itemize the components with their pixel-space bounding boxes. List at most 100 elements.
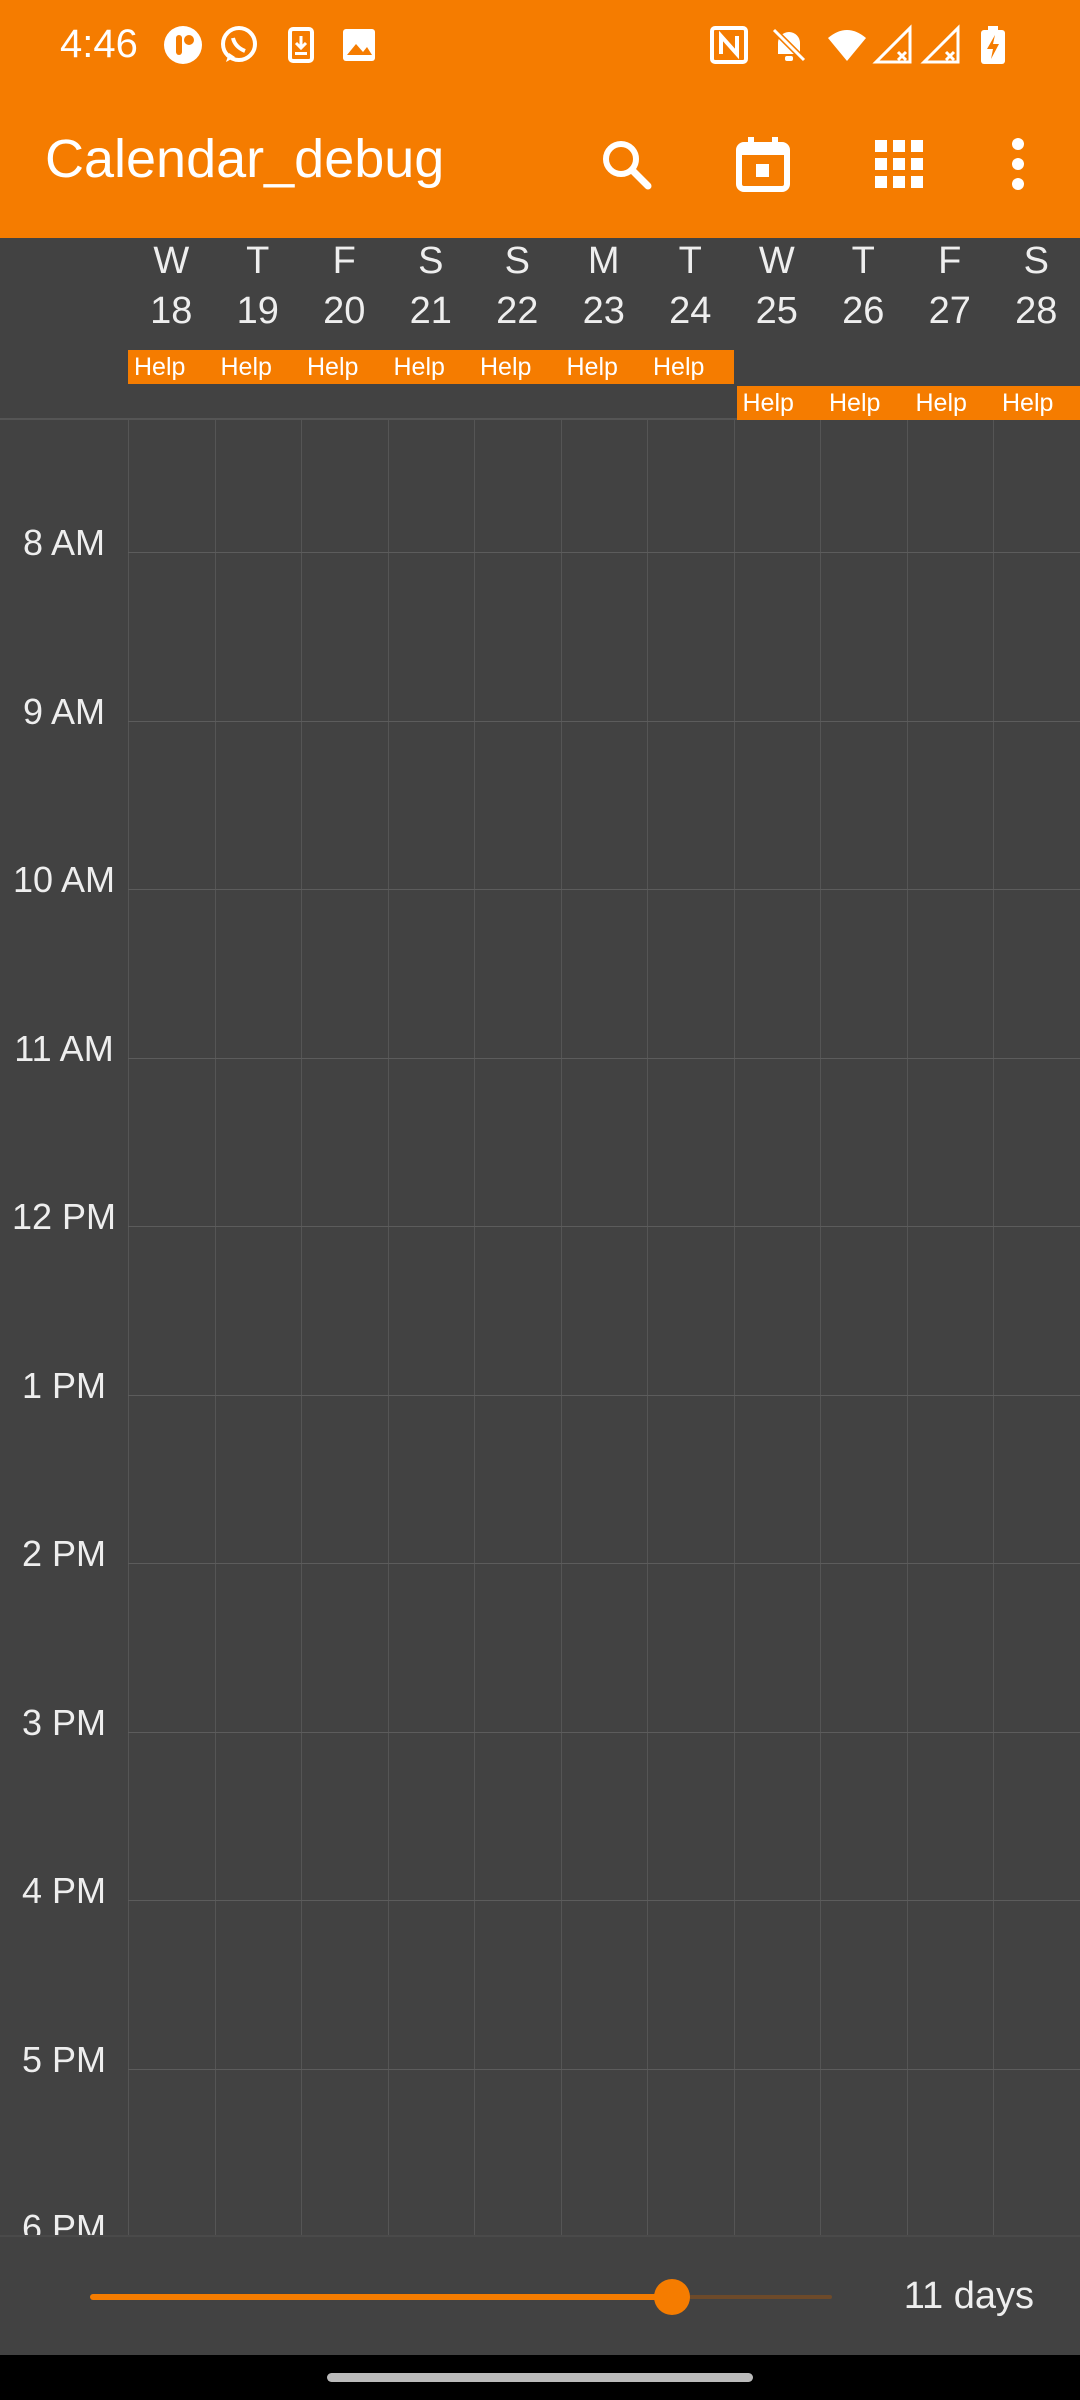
signal-icon [872, 24, 912, 64]
grid-view-icon [875, 140, 923, 188]
grid-column-divider [387, 420, 389, 2235]
grid-column-divider [906, 420, 908, 2235]
slider-track-inactive[interactable] [672, 2295, 832, 2299]
hour-label: 9 AM [22, 690, 106, 732]
hour-label: 3 PM [21, 1701, 107, 1743]
day-letter: S [1023, 240, 1049, 282]
grid-column-divider [733, 420, 735, 2235]
hour-label: 12 PM [11, 1196, 117, 1237]
bell-off-icon [771, 27, 807, 63]
event-chip[interactable]: Help [128, 350, 215, 384]
day-letter: F [938, 240, 962, 282]
signal-icon [920, 24, 960, 64]
day-column-header[interactable]: S 28 [993, 238, 1080, 348]
hour-label: 10 AM [12, 859, 116, 900]
battery-charging-icon [981, 26, 1005, 64]
event-chip[interactable]: Help [214, 350, 301, 384]
hour-line [128, 889, 1080, 890]
event-chip[interactable]: Help [909, 386, 996, 420]
day-column-header[interactable]: W 25 [734, 238, 821, 348]
grid-column-divider [214, 420, 216, 2235]
gesture-handle[interactable] [327, 2373, 753, 2382]
app-bar: Calendar_debug [0, 90, 1080, 238]
day-letter: T [678, 240, 702, 282]
day-column-header[interactable]: S 21 [388, 238, 475, 348]
wifi-icon [828, 30, 866, 61]
grid-column-divider [647, 420, 648, 2235]
event-chip[interactable]: Help [560, 350, 647, 384]
hour-label: 11 AM [14, 1027, 114, 1069]
hour-line [128, 552, 1080, 553]
grid-column-divider [560, 420, 562, 2235]
day-number: 22 [496, 290, 539, 332]
day-number: 23 [582, 290, 625, 332]
hour-line [128, 1563, 1080, 1564]
day-number: 26 [842, 290, 885, 332]
hour-line [128, 2068, 1080, 2070]
grid-column-divider [301, 420, 302, 2235]
whatsapp-icon [221, 26, 257, 62]
event-chip[interactable]: Help [996, 386, 1080, 420]
download-icon [288, 27, 314, 63]
app-icon [164, 26, 202, 64]
day-letter: F [332, 240, 356, 282]
time-grid[interactable]: 8 AM 9 AM 10 AM 11 AM 12 PM 1 PM 2 PM 3 PM 4 PM 5… [0, 420, 1080, 2235]
nfc-icon [710, 26, 748, 64]
day-number: 28 [1015, 290, 1058, 332]
grid-column-divider [993, 420, 994, 2235]
day-column-header[interactable]: F 20 [301, 238, 388, 348]
grid-column-divider [820, 420, 821, 2235]
day-number: 19 [236, 290, 279, 332]
day-number: 21 [409, 290, 452, 332]
day-letter: T [246, 240, 270, 282]
hour-label: 4 PM [21, 1870, 107, 1911]
hour-label: 6 PM [21, 2207, 107, 2235]
today-button[interactable] [715, 116, 811, 212]
calendar-today-icon [736, 137, 790, 192]
slider-thumb[interactable] [654, 2279, 690, 2315]
day-column-header[interactable]: W 18 [128, 238, 215, 348]
grid-column-divider [128, 420, 129, 2235]
navigation-bar [0, 2355, 1080, 2400]
day-column-header[interactable]: S 22 [474, 238, 561, 348]
hour-line [128, 1226, 1080, 1227]
day-number: 24 [669, 290, 712, 332]
image-icon [343, 29, 375, 61]
day-letter: S [418, 240, 444, 282]
event-chip[interactable]: Help [736, 386, 823, 420]
hour-line [128, 1731, 1080, 1733]
day-column-header[interactable]: T 26 [820, 238, 907, 348]
hour-line [128, 1394, 1080, 1396]
more-vert-icon [1012, 138, 1024, 190]
event-chip[interactable]: Help [647, 350, 734, 384]
view-switch-button[interactable] [851, 116, 947, 212]
day-column-header[interactable]: T 24 [647, 238, 734, 348]
day-column-header[interactable]: M 23 [561, 238, 648, 348]
day-number: 27 [928, 290, 971, 332]
day-number: 18 [150, 290, 193, 332]
days-count-label: 11 days [903, 2275, 1034, 2317]
day-number: 25 [755, 290, 798, 332]
day-letter: T [851, 240, 875, 282]
day-letter: W [153, 240, 190, 282]
day-letter: M [587, 240, 620, 282]
day-letter: S [504, 240, 530, 282]
more-options-button[interactable] [970, 116, 1066, 212]
event-chip[interactable]: Help [474, 350, 561, 384]
day-number: 20 [323, 290, 366, 332]
hour-line [128, 1900, 1080, 1901]
status-bar: 4:46 [0, 0, 1080, 90]
day-letter: W [758, 240, 795, 282]
event-chip[interactable]: Help [823, 386, 910, 420]
day-column-header[interactable]: F 27 [907, 238, 994, 348]
event-chip[interactable]: Help [387, 350, 474, 384]
search-button[interactable] [578, 116, 674, 212]
hour-label: 8 AM [22, 522, 106, 563]
slider-track-active[interactable] [90, 2294, 672, 2300]
hour-label: 5 PM [21, 2038, 107, 2080]
days-header: W 18 T 19 F 20 S 21 S 22 M 23 T 24 W 25 T 26 F 27 S 28 Help He… [0, 238, 1080, 420]
day-column-header[interactable]: T 19 [215, 238, 302, 348]
days-slider-bar: 11 days [0, 2235, 1080, 2355]
event-chip[interactable]: Help [301, 350, 388, 384]
grid-column-divider [474, 420, 475, 2235]
